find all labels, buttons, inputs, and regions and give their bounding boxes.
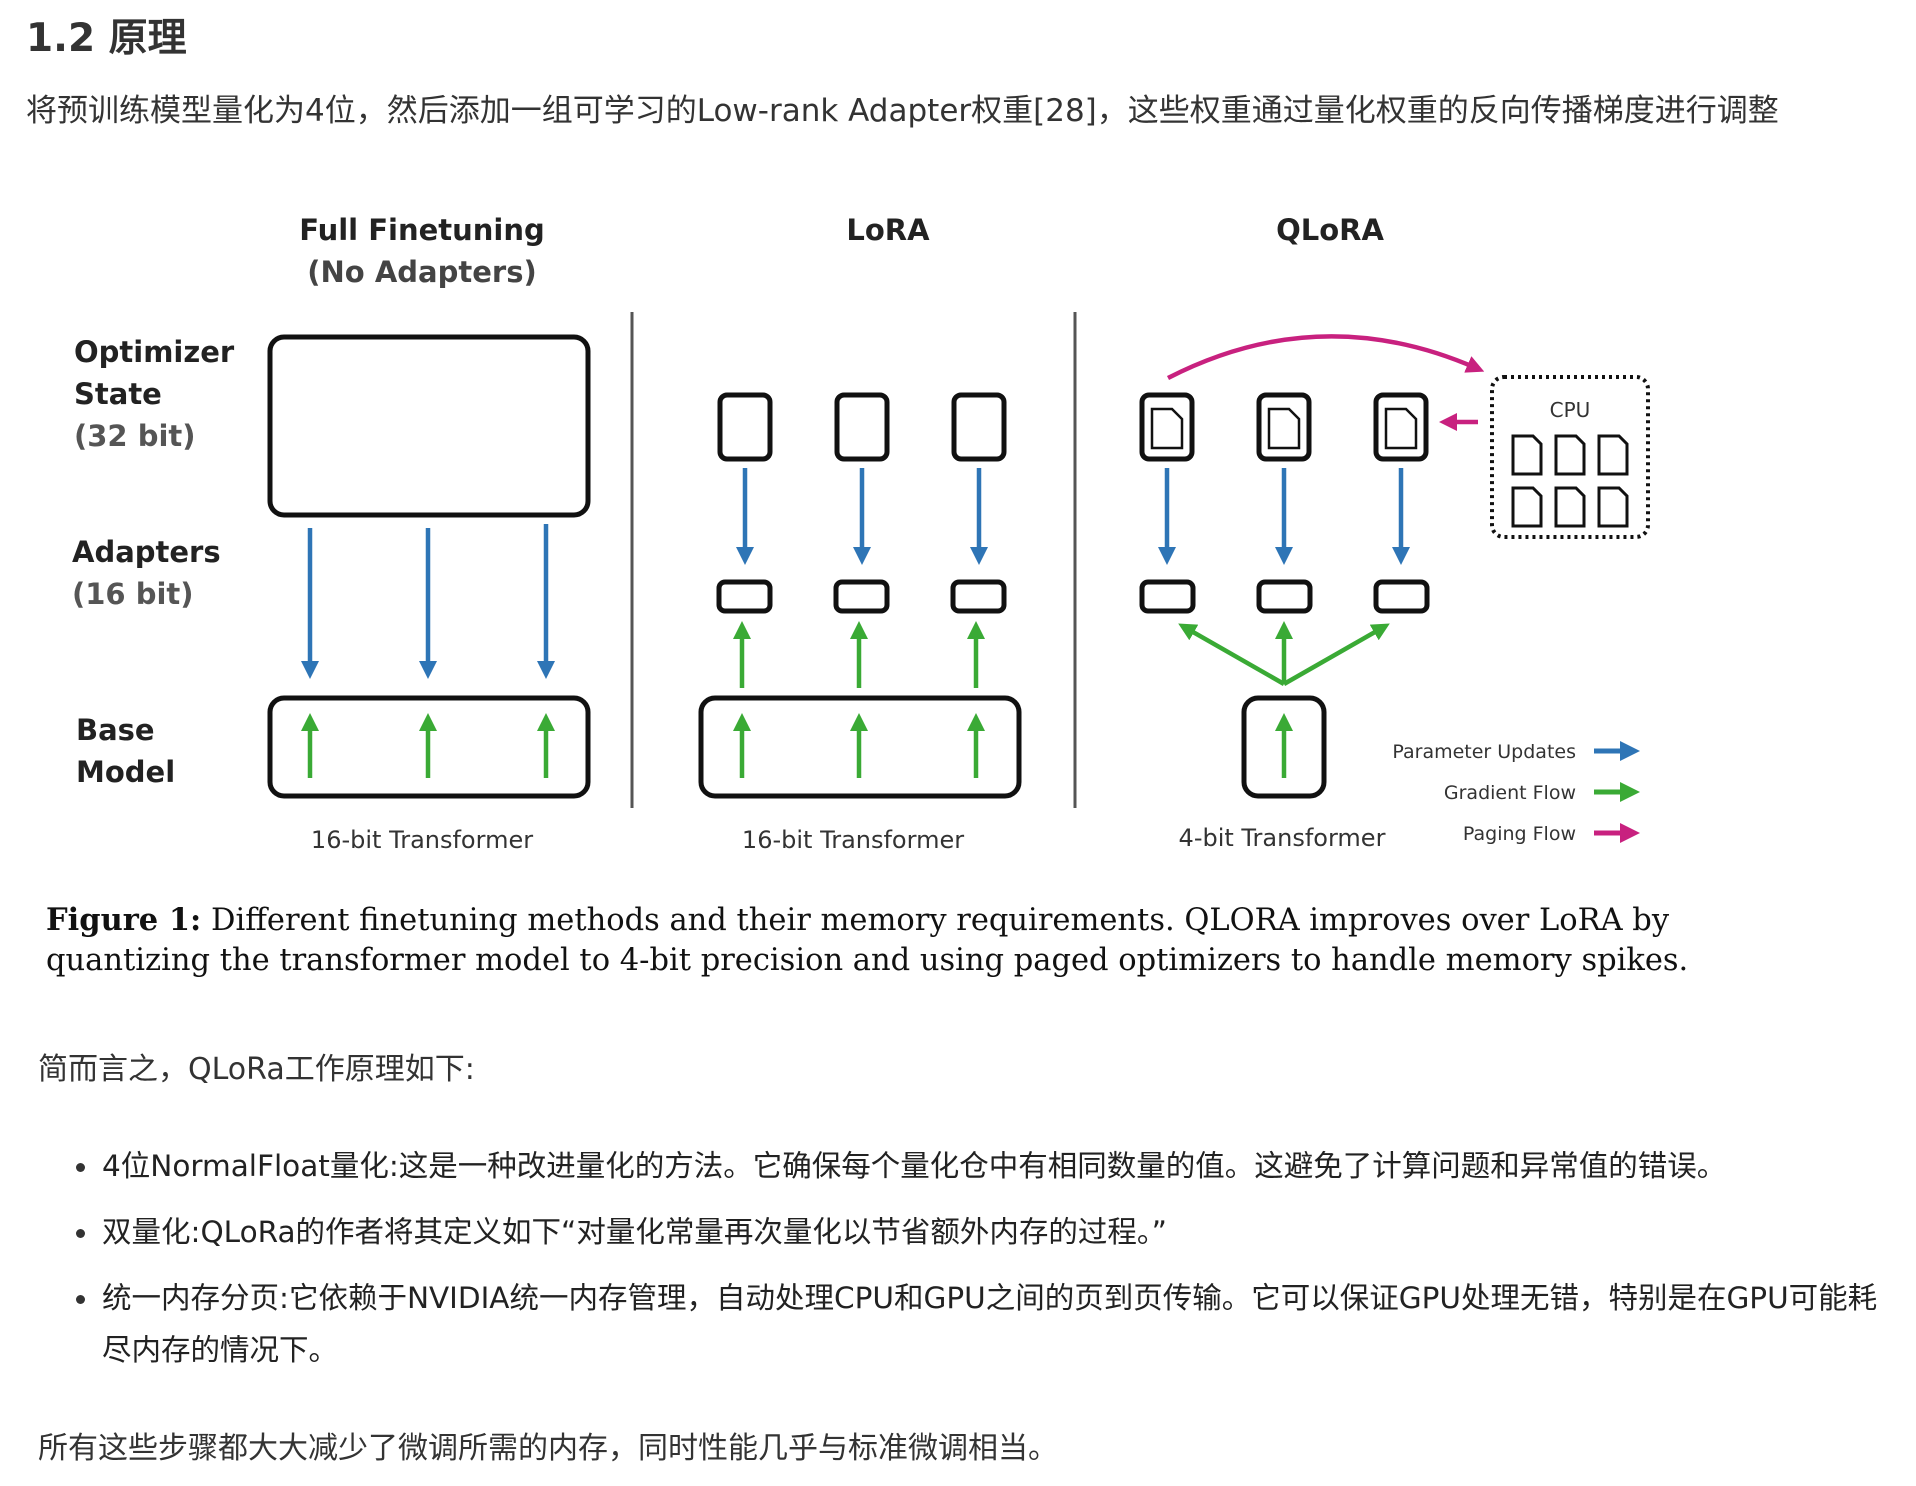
full-finetuning-subtitle: (No Adapters)	[307, 255, 536, 289]
adapter-box	[716, 579, 773, 614]
list-item: 4位NormalFloat量化:这是一种改进量化的方法。它确保每个量化仓中有相同…	[0, 1140, 1916, 1192]
list-item-text: 4位NormalFloat量化:这是一种改进量化的方法。它确保每个量化仓中有相同…	[102, 1149, 1727, 1183]
page-icon	[1267, 407, 1301, 450]
list-item: 统一内存分页:它依赖于NVIDIA统一内存管理，自动处理CPU和GPU之间的页到…	[0, 1272, 1916, 1376]
full-finetuning-title: Full Finetuning	[299, 213, 545, 247]
figure-caption: Figure 1: Different finetuning methods a…	[46, 900, 1746, 981]
cpu-page-icon	[1597, 486, 1629, 528]
paged-optimizer-box	[1139, 392, 1195, 462]
caption-text: Different finetuning methods and their m…	[46, 903, 1689, 978]
gradient-arrow	[1282, 623, 1390, 686]
caption-label: Figure 1:	[46, 902, 202, 938]
cpu-page-icon	[1511, 486, 1543, 528]
adapter-box	[1139, 579, 1196, 614]
lora-title: LoRA	[846, 213, 930, 247]
cpu-page-icon	[1597, 434, 1629, 476]
list-item: 双量化:QLoRa的作者将其定义如下“对量化常量再次量化以节省额外内存的过程。”	[0, 1206, 1916, 1258]
qlora-title: QLoRA	[1276, 213, 1384, 247]
adapter-box	[833, 579, 890, 614]
bullet-dot	[76, 1163, 85, 1172]
optimizer-state-box	[267, 334, 591, 518]
transformer-label-lora: 16-bit Transformer	[742, 826, 964, 854]
feature-list: 4位NormalFloat量化:这是一种改进量化的方法。它确保每个量化仓中有相同…	[0, 1140, 1916, 1390]
row-label-base: Base	[76, 713, 155, 747]
transformer-label-qlora: 4-bit Transformer	[1179, 824, 1386, 852]
bullet-dot	[76, 1295, 85, 1304]
cpu-page-icon	[1554, 434, 1586, 476]
list-item-text: 统一内存分页:它依赖于NVIDIA统一内存管理，自动处理CPU和GPU之间的页到…	[102, 1281, 1878, 1367]
page-icon	[1150, 407, 1184, 450]
cpu-page-icon	[1511, 434, 1543, 476]
paging-flow-arrow	[1166, 334, 1485, 381]
paged-optimizer-box	[1256, 392, 1312, 462]
adapter-box	[950, 579, 1007, 614]
optimizer-state-box-small	[951, 392, 1007, 462]
intro-paragraph: 将预训练模型量化为4位，然后添加一组可学习的Low-rank Adapter权重…	[26, 93, 1779, 129]
cpu-page-icon	[1554, 486, 1586, 528]
transformer-label-full: 16-bit Transformer	[311, 826, 533, 854]
gradient-arrow	[1178, 623, 1286, 686]
paged-optimizer-box	[1373, 392, 1429, 462]
legend-parameter-updates: Parameter Updates	[1392, 741, 1576, 763]
adapter-box	[1256, 579, 1313, 614]
page-icon	[1384, 407, 1418, 450]
optimizer-state-box-small	[834, 392, 890, 462]
list-item-text: 双量化:QLoRa的作者将其定义如下“对量化常量再次量化以节省额外内存的过程。”	[102, 1215, 1167, 1249]
row-label-model: Model	[76, 755, 175, 789]
adapter-box	[1373, 579, 1430, 614]
optimizer-state-box-small	[717, 392, 773, 462]
row-label-16bit: (16 bit)	[72, 577, 194, 611]
row-label-state: State	[74, 377, 162, 411]
row-label-adapters: Adapters	[72, 535, 221, 569]
section-heading: 1.2 原理	[26, 16, 187, 61]
summary-line: 简而言之，QLoRa工作原理如下:	[38, 1052, 475, 1087]
cpu-label: CPU	[1550, 398, 1591, 422]
bullet-dot	[76, 1229, 85, 1238]
legend-paging-flow: Paging Flow	[1463, 823, 1576, 845]
conclusion-paragraph: 所有这些步骤都大大减少了微调所需的内存，同时性能几乎与标准微调相当。	[38, 1431, 1058, 1466]
row-label-optimizer: Optimizer	[74, 335, 235, 369]
row-label-32bit: (32 bit)	[74, 419, 196, 453]
qlora-figure: Full Finetuning (No Adapters) LoRA QLoRA…	[72, 213, 1650, 854]
legend-gradient-flow: Gradient Flow	[1444, 782, 1576, 804]
